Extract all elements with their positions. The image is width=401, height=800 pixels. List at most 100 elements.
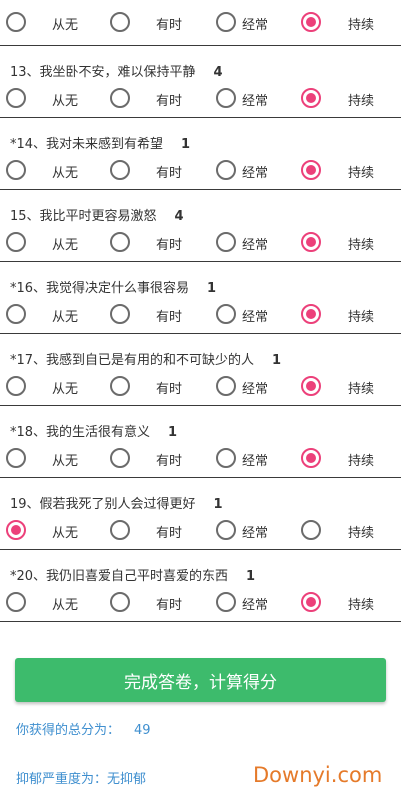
- question-list: 从无 有时 经常 持续 13、我坐卧不安，难以保持平静 4 从无 有时 经常 持续 *14、…: [0, 0, 401, 622]
- option-label: 经常: [242, 238, 269, 253]
- radio-icon[interactable]: [216, 520, 236, 540]
- option-label: 经常: [242, 526, 269, 541]
- radio-icon[interactable]: [110, 592, 130, 612]
- option-label: 持续: [348, 94, 375, 109]
- option-label: 持续: [348, 166, 375, 181]
- option-label: 从无: [52, 94, 79, 109]
- question-row: 15、我比平时更容易激怒 4 从无 有时 经常 持续: [0, 190, 401, 262]
- option-group: 从无 有时 经常 持续: [0, 11, 401, 33]
- option-label: 从无: [52, 310, 79, 325]
- question-score: 4: [174, 209, 184, 224]
- question-text: *16、我觉得决定什么事很容易: [10, 281, 190, 296]
- radio-icon[interactable]: [216, 232, 236, 252]
- option-group: 从无 有时 经常 持续: [0, 591, 401, 613]
- radio-icon[interactable]: [6, 376, 26, 396]
- question-title: *20、我仍旧喜爱自己平时喜爱的东西 1: [10, 565, 255, 584]
- radio-icon[interactable]: [6, 304, 26, 324]
- option-label: 持续: [348, 238, 375, 253]
- question-text: *20、我仍旧喜爱自己平时喜爱的东西: [10, 569, 229, 584]
- option-label: 有时: [156, 382, 183, 397]
- radio-icon[interactable]: [216, 448, 236, 468]
- radio-icon[interactable]: [6, 520, 26, 540]
- radio-icon[interactable]: [301, 592, 321, 612]
- question-row: *17、我感到自已是有用的和不可缺少的人 1 从无 有时 经常 持续: [0, 334, 401, 406]
- total-score-label: 你获得的总分为：: [16, 723, 121, 738]
- radio-icon[interactable]: [216, 376, 236, 396]
- radio-icon[interactable]: [6, 592, 26, 612]
- question-score: 1: [207, 281, 217, 296]
- option-label: 有时: [156, 94, 183, 109]
- radio-icon[interactable]: [6, 88, 26, 108]
- question-title: *16、我觉得决定什么事很容易 1: [10, 277, 216, 296]
- option-label: 有时: [156, 526, 183, 541]
- radio-icon[interactable]: [110, 160, 130, 180]
- option-label: 有时: [156, 238, 183, 253]
- question-score: 1: [168, 425, 178, 440]
- question-score: 1: [246, 569, 256, 584]
- radio-icon[interactable]: [301, 160, 321, 180]
- option-label: 从无: [52, 382, 79, 397]
- radio-icon[interactable]: [216, 304, 236, 324]
- radio-icon[interactable]: [216, 88, 236, 108]
- option-label: 持续: [348, 18, 375, 33]
- radio-icon[interactable]: [301, 520, 321, 540]
- option-label: 经常: [242, 18, 269, 33]
- option-label: 有时: [156, 18, 183, 33]
- option-group: 从无 有时 经常 持续: [0, 519, 401, 541]
- option-label: 经常: [242, 454, 269, 469]
- submit-button[interactable]: 完成答卷，计算得分: [15, 658, 386, 702]
- option-label: 持续: [348, 382, 375, 397]
- question-score: 1: [213, 497, 223, 512]
- option-group: 从无 有时 经常 持续: [0, 231, 401, 253]
- question-text: *14、我对未来感到有希望: [10, 137, 164, 152]
- question-title: 19、假若我死了别人会过得更好 1: [10, 493, 223, 512]
- radio-icon[interactable]: [6, 160, 26, 180]
- option-label: 持续: [348, 598, 375, 613]
- radio-icon[interactable]: [6, 448, 26, 468]
- radio-icon[interactable]: [6, 12, 26, 32]
- question-row: *20、我仍旧喜爱自己平时喜爱的东西 1 从无 有时 经常 持续: [0, 550, 401, 622]
- option-group: 从无 有时 经常 持续: [0, 303, 401, 325]
- radio-icon[interactable]: [301, 448, 321, 468]
- question-title: 13、我坐卧不安，难以保持平静 4: [10, 61, 223, 80]
- total-score-value: 49: [134, 723, 151, 738]
- radio-icon[interactable]: [110, 448, 130, 468]
- question-title: *14、我对未来感到有希望 1: [10, 133, 190, 152]
- option-group: 从无 有时 经常 持续: [0, 447, 401, 469]
- question-row: *18、我的生活很有意义 1 从无 有时 经常 持续: [0, 406, 401, 478]
- radio-icon[interactable]: [216, 12, 236, 32]
- radio-icon[interactable]: [110, 12, 130, 32]
- radio-icon[interactable]: [216, 160, 236, 180]
- option-label: 从无: [52, 238, 79, 253]
- radio-icon[interactable]: [110, 88, 130, 108]
- question-title: *17、我感到自已是有用的和不可缺少的人 1: [10, 349, 281, 368]
- radio-icon[interactable]: [301, 12, 321, 32]
- radio-icon[interactable]: [110, 376, 130, 396]
- option-label: 从无: [52, 526, 79, 541]
- option-label: 经常: [242, 310, 269, 325]
- radio-icon[interactable]: [301, 304, 321, 324]
- radio-icon[interactable]: [301, 88, 321, 108]
- option-label: 经常: [242, 382, 269, 397]
- option-label: 从无: [52, 598, 79, 613]
- question-row: *14、我对未来感到有希望 1 从无 有时 经常 持续: [0, 118, 401, 190]
- radio-icon[interactable]: [301, 376, 321, 396]
- option-group: 从无 有时 经常 持续: [0, 87, 401, 109]
- question-row: 19、假若我死了别人会过得更好 1 从无 有时 经常 持续: [0, 478, 401, 550]
- option-group: 从无 有时 经常 持续: [0, 159, 401, 181]
- question-row: *16、我觉得决定什么事很容易 1 从无 有时 经常 持续: [0, 262, 401, 334]
- option-label: 有时: [156, 454, 183, 469]
- option-label: 持续: [348, 454, 375, 469]
- radio-icon[interactable]: [301, 232, 321, 252]
- option-label: 持续: [348, 310, 375, 325]
- radio-icon[interactable]: [110, 232, 130, 252]
- question-text: *17、我感到自已是有用的和不可缺少的人: [10, 353, 255, 368]
- radio-icon[interactable]: [110, 304, 130, 324]
- radio-icon[interactable]: [216, 592, 236, 612]
- radio-icon[interactable]: [110, 520, 130, 540]
- option-label: 有时: [156, 598, 183, 613]
- question-text: *18、我的生活很有意义: [10, 425, 151, 440]
- option-label: 经常: [242, 94, 269, 109]
- depression-severity: 抑郁严重度为：无抑郁: [16, 768, 146, 787]
- radio-icon[interactable]: [6, 232, 26, 252]
